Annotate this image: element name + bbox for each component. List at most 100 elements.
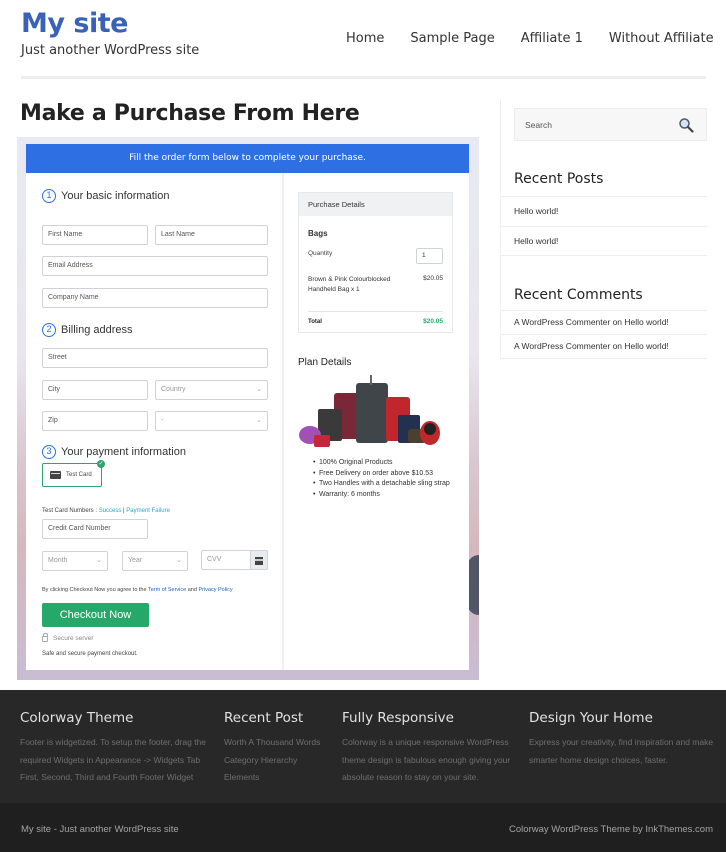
form-right-column: Purchase Details Bags Quantity 1 Brown &… <box>286 173 469 670</box>
suitcase-grey <box>356 383 388 443</box>
backpack-detail <box>424 423 436 435</box>
plan-features-list: 100% Original Products Free Delivery on … <box>313 458 453 500</box>
cvv-card-icon <box>250 550 268 570</box>
item-price: $20.05 <box>423 275 443 282</box>
cvv-field[interactable]: CVV <box>201 550 268 570</box>
nav-item-home[interactable]: Home <box>346 31 384 46</box>
checkout-now-button[interactable]: Checkout Now <box>42 603 149 627</box>
last-name-field[interactable]: Last Name <box>155 225 268 245</box>
copyright-site-link[interactable]: My site - Just another WordPress site <box>21 824 179 835</box>
plan-feature: Warranty: 6 months <box>313 490 453 501</box>
site-title-link[interactable]: My site <box>21 8 128 39</box>
nav-item-without-affiliate[interactable]: Without Affiliate <box>609 31 714 46</box>
site-tagline: Just another WordPress site <box>21 43 200 58</box>
sidebar: Search Recent Posts Hello world! Hello w… <box>500 100 707 360</box>
lock-icon <box>42 632 48 642</box>
step-basic-info: 1 Your basic information <box>42 189 169 203</box>
city-field[interactable]: City <box>42 380 148 400</box>
plan-feature: Free Delivery on order above $10.53 <box>313 469 453 480</box>
month-select[interactable]: Month ⌄ <box>42 551 108 571</box>
recent-comment-link[interactable]: A WordPress Commenter on Hello world! <box>501 334 707 359</box>
card-number-field[interactable]: Credit Card Number <box>42 519 148 539</box>
privacy-policy-link[interactable]: Privacy Policy <box>198 587 232 593</box>
footer-widgets: Colorway Theme Footer is widgetized. To … <box>0 690 726 803</box>
footer-col-colorway-theme: Colorway Theme Footer is widgetized. To … <box>20 710 215 787</box>
form-left-column: 1 Your basic information First Name Last… <box>26 173 284 670</box>
checkout-form-card: Fill the order form below to complete yo… <box>26 144 469 670</box>
payment-method-test-card[interactable]: Test Card ✓ <box>42 460 105 487</box>
main-nav: Home Sample Page Affiliate 1 Without Aff… <box>346 31 714 46</box>
chevron-down-icon: ⌄ <box>96 557 102 564</box>
safe-checkout-text: Safe and secure payment checkout. <box>42 651 138 657</box>
email-field[interactable]: Email Address <box>42 256 268 276</box>
year-select[interactable]: Year ⌄ <box>122 551 188 571</box>
step-billing-address: 2 Billing address <box>42 323 133 337</box>
terms-prefix: By clicking Checkout Now you agree to th… <box>42 587 148 593</box>
header-divider <box>21 76 706 79</box>
success-link[interactable]: Success <box>99 508 122 514</box>
handle <box>370 375 372 385</box>
recent-post-link[interactable]: Hello world! <box>501 226 707 256</box>
product-category: Bags <box>308 229 328 238</box>
payment-method-label: Test Card <box>66 472 92 478</box>
luggage-product-image <box>299 375 440 447</box>
country-select-value: Country <box>161 386 186 393</box>
recent-comments-title: Recent Comments <box>514 287 643 303</box>
plan-feature: Two Handles with a detachable sling stra… <box>313 479 453 490</box>
page-title: Make a Purchase From Here <box>20 101 360 126</box>
terms-of-service-link[interactable]: Term of Service <box>148 587 186 593</box>
company-field[interactable]: Company Name <box>42 288 268 308</box>
test-card-numbers: Test Card Numbers : Success | Payment Fa… <box>42 508 170 514</box>
footer-col-title: Design Your Home <box>529 710 653 726</box>
payment-failure-link[interactable]: Payment Failure <box>126 508 170 514</box>
theme-credit-link[interactable]: Colorway WordPress Theme by InkThemes.co… <box>509 824 713 835</box>
footer-col-text: Express your creativity, find inspiratio… <box>529 737 714 765</box>
month-select-value: Month <box>48 557 68 564</box>
recent-comment-link[interactable]: A WordPress Commenter on Hello world! <box>501 310 707 334</box>
footer-col-design-your-home: Design Your Home Express your creativity… <box>529 710 721 769</box>
search-input[interactable]: Search <box>514 108 707 141</box>
step-title: Your basic information <box>61 190 170 202</box>
footer-post-link[interactable]: Category Hierarchy <box>224 752 334 770</box>
secure-server-label: Secure server <box>53 635 94 642</box>
step-number-icon: 2 <box>42 323 56 337</box>
street-field[interactable]: Street <box>42 348 268 368</box>
state-select[interactable]: - ⌄ <box>155 411 268 431</box>
form-banner: Fill the order form below to complete yo… <box>26 144 469 173</box>
item-name: Brown & Pink Colourblocked Handheld Bag … <box>308 276 391 293</box>
total-value: $20.05 <box>423 318 443 325</box>
copyright-bar: My site - Just another WordPress site Co… <box>0 803 726 852</box>
chevron-down-icon: ⌄ <box>256 417 262 424</box>
footer-post-link[interactable]: Worth A Thousand Words <box>224 734 334 752</box>
secure-server: Secure server <box>42 632 94 642</box>
plan-details-title: Plan Details <box>298 357 352 368</box>
year-select-value: Year <box>128 557 143 564</box>
step-title: Your payment information <box>61 446 186 458</box>
nav-item-sample-page[interactable]: Sample Page <box>410 31 494 46</box>
quantity-label: Quantity <box>308 250 333 257</box>
step-number-icon: 1 <box>42 189 56 203</box>
country-select[interactable]: Country ⌄ <box>155 380 268 400</box>
site-header: My site Just another WordPress site Home… <box>0 0 726 80</box>
quantity-input[interactable]: 1 <box>416 248 443 264</box>
test-card-label: Test Card Numbers : <box>42 508 99 514</box>
checkout-form-screenshot: Fill the order form below to complete yo… <box>17 137 479 680</box>
search-placeholder: Search <box>525 120 552 130</box>
step-title: Billing address <box>61 324 133 336</box>
footer-col-title: Fully Responsive <box>342 710 454 726</box>
first-name-field[interactable]: First Name <box>42 225 148 245</box>
purchase-details-box: Purchase Details Bags Quantity 1 Brown &… <box>298 192 453 333</box>
footer-recent-links: Worth A Thousand Words Category Hierarch… <box>224 734 334 787</box>
footer-col-fully-responsive: Fully Responsive Colorway is a unique re… <box>342 710 522 787</box>
step-number-icon: 3 <box>42 445 56 459</box>
bag-red-small <box>314 435 330 447</box>
chevron-down-icon: ⌄ <box>176 557 182 564</box>
terms-notice: By clicking Checkout Now you agree to th… <box>42 587 233 593</box>
search-icon[interactable] <box>678 117 694 133</box>
footer-post-link[interactable]: Elements <box>224 769 334 787</box>
footer-col-title: Recent Post <box>224 710 304 726</box>
recent-post-link[interactable]: Hello world! <box>501 196 707 226</box>
footer-col-recent-post: Recent Post Worth A Thousand Words Categ… <box>224 710 334 787</box>
nav-item-affiliate-1[interactable]: Affiliate 1 <box>521 31 583 46</box>
zip-field[interactable]: Zip <box>42 411 148 431</box>
